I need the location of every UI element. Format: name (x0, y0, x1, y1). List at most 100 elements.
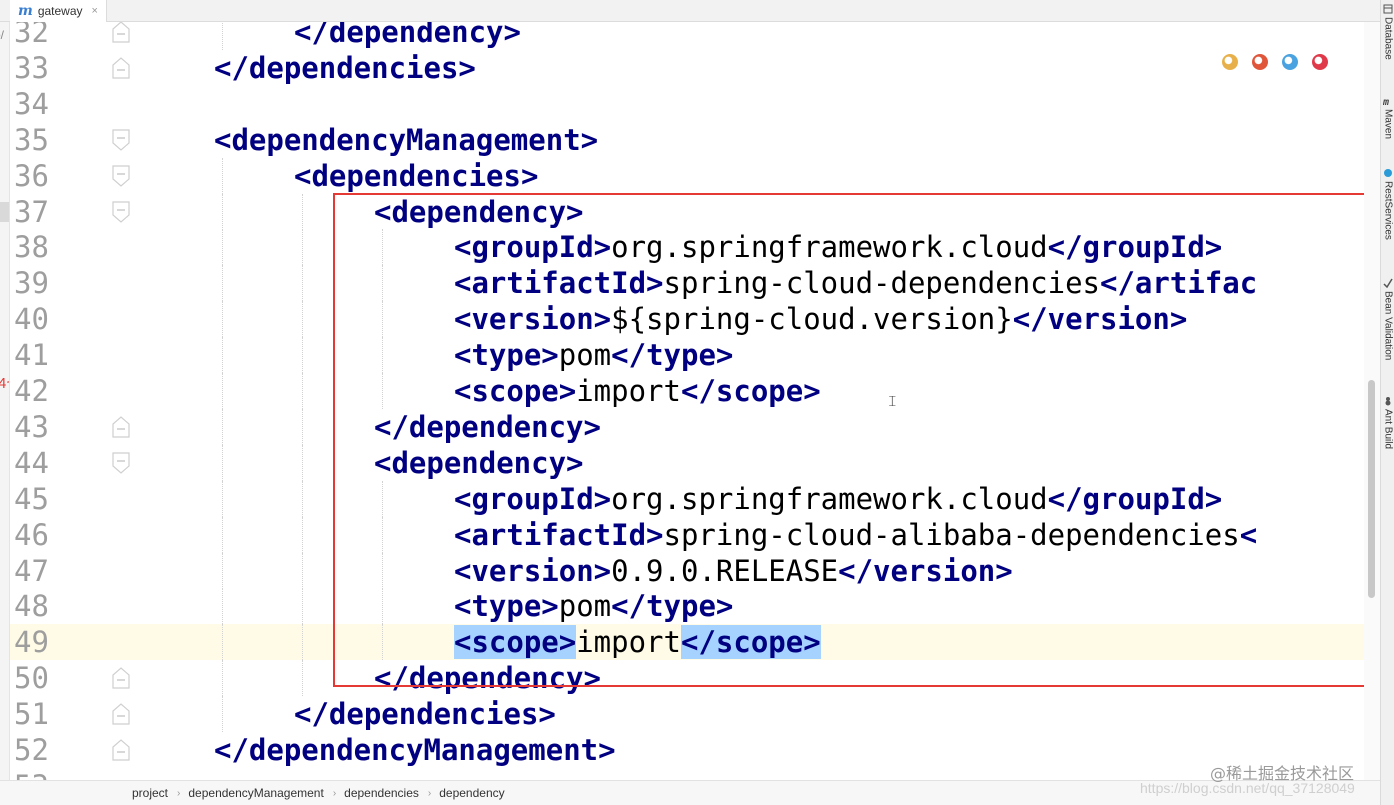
xml-tag: </groupId> (1047, 230, 1223, 265)
indent-guide (222, 373, 223, 409)
close-icon[interactable]: × (92, 5, 98, 17)
xml-tag: </type> (611, 338, 734, 373)
line-number: 50 (14, 661, 49, 696)
xml-tag: <version> (454, 302, 612, 337)
vertical-scrollbar[interactable] (1364, 22, 1380, 780)
tool-label: RestServices (1382, 181, 1394, 240)
tool-restservices[interactable]: RestServices (1382, 168, 1394, 240)
line-number: 39 (14, 266, 49, 301)
line-number: 53 (14, 768, 58, 780)
code-line[interactable]: 49 <scope>import</scope> (10, 624, 1364, 661)
code-line[interactable]: 33 </dependencies> (10, 50, 1364, 86)
code-line[interactable]: 53 (10, 768, 1364, 780)
line-number: 41 (14, 338, 49, 373)
chrome-icon[interactable] (1222, 54, 1238, 70)
xml-tag: <scope> (454, 625, 577, 660)
fold-end-icon[interactable] (111, 57, 131, 79)
xml-tag: </dependencyManagement> (214, 733, 616, 767)
clipped-text: o/ (0, 28, 5, 42)
fold-start-icon[interactable] (111, 129, 131, 151)
line-number: 36 (14, 158, 49, 193)
xml-tag: </version> (1012, 302, 1188, 337)
code-line[interactable]: 40 <version>${spring-cloud.version}</vers… (10, 301, 1364, 338)
code-line[interactable]: 52 </dependencyManagement> (10, 732, 1364, 768)
tool-ant-build[interactable]: Ant Build (1382, 396, 1394, 449)
code-line[interactable]: 39 <artifactId>spring-cloud-dependencies<… (10, 265, 1364, 302)
code-line[interactable]: 51 </dependencies> (10, 696, 1364, 733)
fold-end-icon[interactable] (111, 667, 131, 689)
code-line[interactable]: 46 <artifactId>spring-cloud-alibaba-depen… (10, 516, 1364, 553)
indent-guide (382, 373, 383, 409)
watermark-text: @稀土掘金技术社区 (1210, 764, 1355, 783)
xml-tag: </scope> (680, 625, 821, 660)
breadcrumb-item[interactable]: dependencyManagement (188, 786, 323, 800)
xml-tag: < (1239, 517, 1258, 552)
scrollbar-thumb[interactable] (1368, 380, 1375, 598)
code-text: </dependency> (374, 660, 601, 696)
line-number: 47 (14, 553, 49, 588)
tool-database[interactable]: Database (1382, 4, 1394, 60)
indent-guide (302, 373, 303, 409)
line-number: 40 (14, 302, 49, 337)
indent-guide (302, 588, 303, 625)
line-number: 52 (14, 733, 49, 767)
restservices-icon (1384, 169, 1392, 177)
fold-start-icon[interactable] (111, 200, 131, 223)
indent-guide (382, 337, 383, 374)
line-number: 43 (14, 409, 49, 444)
code-line[interactable]: 50 </dependency> (10, 660, 1364, 697)
fold-start-icon[interactable] (111, 164, 131, 187)
safari-icon[interactable] (1282, 54, 1298, 70)
line-number: 33 (14, 50, 49, 85)
indent-guide (302, 624, 303, 661)
indent-guide (222, 552, 223, 589)
xml-tag: <version> (454, 553, 612, 588)
fold-end-icon[interactable] (111, 22, 131, 43)
fold-start-icon[interactable] (111, 452, 131, 474)
editor-tab-gateway[interactable]: m gateway × (10, 0, 107, 22)
line-number: 38 (14, 230, 49, 265)
line-number: 32 (14, 22, 49, 49)
indent-guide (222, 516, 223, 553)
tool-label: Ant Build (1382, 409, 1394, 450)
indent-guide (222, 624, 223, 661)
code-line[interactable]: 48 <type>pom</type> (10, 588, 1364, 625)
firefox-icon[interactable] (1252, 54, 1268, 70)
tool-maven[interactable]: m Maven (1382, 96, 1394, 139)
code-text: </dependencies> (294, 696, 556, 732)
indent-guide (382, 301, 383, 338)
indent-guide (302, 444, 303, 481)
code-line[interactable]: 32 </dependency> (10, 22, 1364, 50)
indent-guide (222, 229, 223, 266)
code-line[interactable]: 45 <groupId>org.springframework.cloud</gr… (10, 480, 1364, 517)
code-line[interactable]: 35 <dependencyManagement> (10, 122, 1364, 158)
code-line[interactable]: 42 <scope>import</scope> (10, 373, 1364, 409)
code-line[interactable]: 34 (10, 86, 1364, 122)
breadcrumb-item[interactable]: dependencies (344, 786, 419, 800)
code-line[interactable]: 43 </dependency> (10, 408, 1364, 445)
code-text: <groupId>org.springframework.cloud</grou… (454, 481, 1222, 517)
code-line[interactable]: 36 <dependencies> (10, 157, 1364, 194)
xml-text-value: pom (558, 338, 612, 373)
indent-guide (382, 229, 383, 266)
indent-guide (222, 480, 223, 517)
fold-end-icon[interactable] (111, 739, 131, 761)
code-line[interactable]: 44 <dependency> (10, 444, 1364, 481)
xml-text-value: spring-cloud-dependencies (663, 266, 1101, 301)
breadcrumb-item[interactable]: project (132, 786, 168, 800)
code-line[interactable]: 47 <version>0.9.0.RELEASE</version> (10, 552, 1364, 589)
xml-tag: <dependencyManagement> (214, 122, 599, 157)
opera-icon[interactable] (1312, 54, 1328, 70)
code-text: <dependency> (374, 194, 584, 230)
xml-tag: </dependencies> (214, 50, 476, 85)
code-line[interactable]: 38 <groupId>org.springframework.cloud</gr… (10, 229, 1364, 266)
code-line[interactable]: 41 <type>pom</type> (10, 337, 1364, 374)
xml-text-value: 0.9.0.RELEASE (611, 553, 839, 588)
code-line[interactable]: 37 <dependency> (10, 193, 1364, 230)
fold-end-icon[interactable] (111, 703, 131, 725)
code-editor[interactable]: 32 </dependency> 33 </dependencies> 34 35 <dep… (10, 22, 1364, 780)
fold-end-icon[interactable] (111, 416, 131, 438)
indent-guide (222, 408, 223, 445)
breadcrumb-item[interactable]: dependency (439, 786, 504, 800)
tool-bean-validation[interactable]: Bean Validation (1382, 278, 1394, 360)
